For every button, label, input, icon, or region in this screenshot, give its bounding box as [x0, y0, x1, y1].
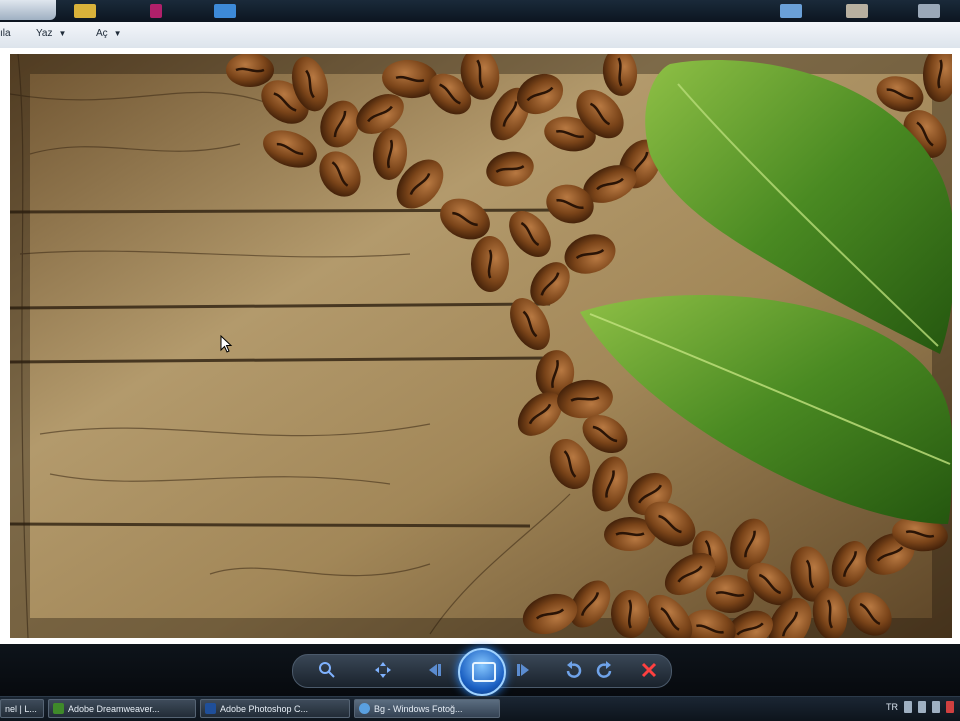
- desktop-shortcut-icon[interactable]: [150, 4, 162, 18]
- coffee-photo: [10, 54, 952, 638]
- tray-volume-icon[interactable]: [932, 701, 940, 713]
- language-indicator[interactable]: TR: [886, 702, 898, 712]
- fit-window-icon[interactable]: [374, 661, 392, 679]
- taskbar-item-label: nel | L...: [5, 703, 37, 714]
- slideshow-icon[interactable]: [458, 648, 506, 696]
- dreamweaver-icon: [53, 703, 64, 714]
- delete-x-icon[interactable]: [640, 661, 658, 679]
- menu-file[interactable]: ıla: [0, 28, 11, 39]
- taskbar-item-label: Adobe Photoshop C...: [220, 703, 309, 714]
- photo-viewer-icon: [359, 703, 370, 714]
- menu-open[interactable]: Aç ▼: [96, 28, 122, 39]
- rotate-ccw-icon[interactable]: [564, 661, 582, 679]
- desktop-shortcut-icon[interactable]: [780, 4, 802, 18]
- menu-print-label: Yaz: [36, 28, 53, 39]
- chevron-down-icon: ▼: [113, 29, 122, 38]
- taskbar-item-label: Bg - Windows Fotoğ...: [374, 703, 463, 714]
- menu-open-label: Aç: [96, 28, 108, 39]
- magnifier-icon[interactable]: [318, 661, 336, 679]
- desktop-shortcut-icon[interactable]: [918, 4, 940, 18]
- taskbar-item-photo-viewer[interactable]: Bg - Windows Fotoğ...: [354, 699, 500, 718]
- tray-network-icon[interactable]: [904, 701, 912, 713]
- photo-viewer-menubar: ıla Yaz ▼ Aç ▼: [0, 22, 960, 49]
- image-viewport[interactable]: [0, 48, 960, 644]
- desktop-shortcut-icon[interactable]: [846, 4, 868, 18]
- tray-alert-icon[interactable]: [946, 701, 954, 713]
- next-icon[interactable]: [514, 661, 532, 679]
- rotate-cw-icon[interactable]: [596, 661, 614, 679]
- photoshop-icon: [205, 703, 216, 714]
- taskbar-item-dreamweaver[interactable]: Adobe Dreamweaver...: [48, 699, 196, 718]
- windows-taskbar: nel | L... Adobe Dreamweaver... Adobe Ph…: [0, 696, 960, 721]
- menu-file-label: ıla: [0, 28, 11, 39]
- system-tray: TR: [886, 701, 954, 713]
- desktop-background-strip: [0, 0, 960, 22]
- displayed-photo: [10, 54, 952, 638]
- chevron-down-icon: ▼: [58, 29, 67, 38]
- taskbar-item-photoshop[interactable]: Adobe Photoshop C...: [200, 699, 350, 718]
- tray-bluetooth-icon[interactable]: [918, 701, 926, 713]
- desktop-shortcut-icon[interactable]: [74, 4, 96, 18]
- viewer-controls-bar: [0, 644, 960, 696]
- menu-print[interactable]: Yaz ▼: [36, 28, 66, 39]
- window-title-stub: [0, 0, 56, 20]
- taskbar-item-control-panel[interactable]: nel | L...: [0, 699, 44, 718]
- desktop-shortcut-icon[interactable]: [214, 4, 236, 18]
- taskbar-item-label: Adobe Dreamweaver...: [68, 703, 160, 714]
- mouse-cursor-icon: [220, 335, 233, 353]
- previous-icon[interactable]: [426, 661, 444, 679]
